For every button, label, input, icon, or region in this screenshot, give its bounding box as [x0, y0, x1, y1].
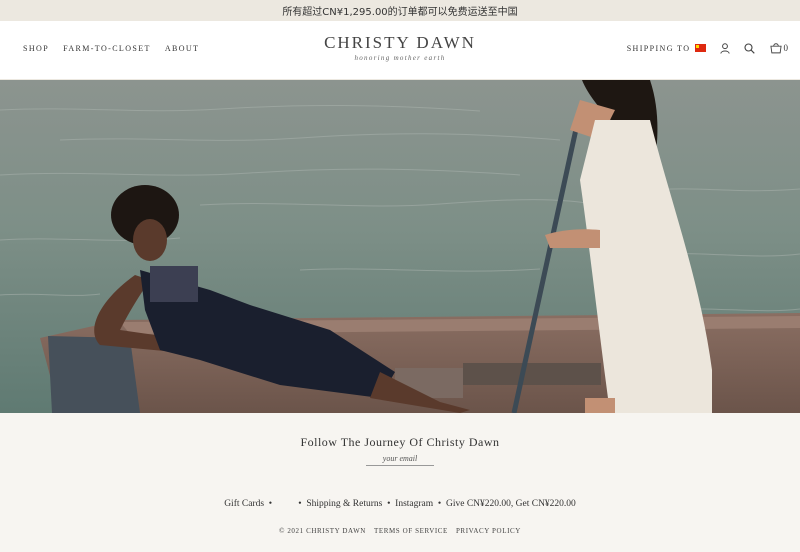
cart-count[interactable]: 0 — [784, 43, 789, 53]
china-flag-icon — [694, 44, 706, 52]
site-header: SHOP FARM-TO-CLOSET ABOUT CHRISTY DAWN h… — [0, 21, 800, 80]
email-field[interactable] — [366, 453, 434, 463]
footer-separator: • — [382, 499, 396, 509]
woman-right-feet — [585, 398, 615, 413]
search-icon[interactable] — [744, 41, 756, 55]
woman-left-bodice — [150, 266, 198, 302]
boat-grate — [463, 363, 601, 385]
announcement-bar: 所有超过CN¥1,295.00的订单都可以免费运送至中国 — [0, 0, 800, 21]
legal-links: © 2021 CHRISTY DAWN TERMS OF SERVICE PRI… — [0, 527, 800, 535]
logo-tagline: honoring mother earth — [354, 54, 446, 62]
newsletter-title: Follow The Journey Of Christy Dawn — [300, 435, 500, 449]
footer-link-referral[interactable]: Give CN¥220.00, Get CN¥220.00 — [446, 499, 576, 509]
hero-image — [0, 80, 800, 413]
boat-bow — [48, 336, 140, 413]
terms-of-service-link[interactable]: TERMS OF SERVICE — [374, 527, 448, 535]
footer-separator: • — [433, 499, 446, 509]
header-actions: SHIPPING TO 0 — [627, 41, 788, 55]
footer-link-instagram[interactable]: Instagram — [395, 499, 433, 509]
copyright: © 2021 CHRISTY DAWN — [279, 527, 366, 535]
privacy-policy-link[interactable]: PRIVACY POLICY — [456, 527, 521, 535]
announcement-text: 所有超过CN¥1,295.00的订单都可以免费运送至中国 — [282, 7, 518, 18]
shipping-selector[interactable]: SHIPPING TO — [627, 44, 706, 53]
shipping-label: SHIPPING TO — [626, 43, 691, 53]
footer-link-shipping-returns[interactable]: Shipping & Returns — [306, 499, 382, 509]
footer-separator: • • — [264, 499, 307, 509]
email-field-wrapper — [366, 451, 434, 466]
woman-left-face — [133, 219, 167, 261]
site-footer: Follow The Journey Of Christy Dawn Gift … — [0, 413, 800, 552]
footer-link-gift-cards[interactable]: Gift Cards — [224, 499, 264, 509]
bag-icon[interactable] — [769, 41, 782, 55]
footer-links: Gift Cards • • Shipping & Returns • Inst… — [0, 499, 800, 509]
user-icon[interactable] — [719, 41, 731, 55]
